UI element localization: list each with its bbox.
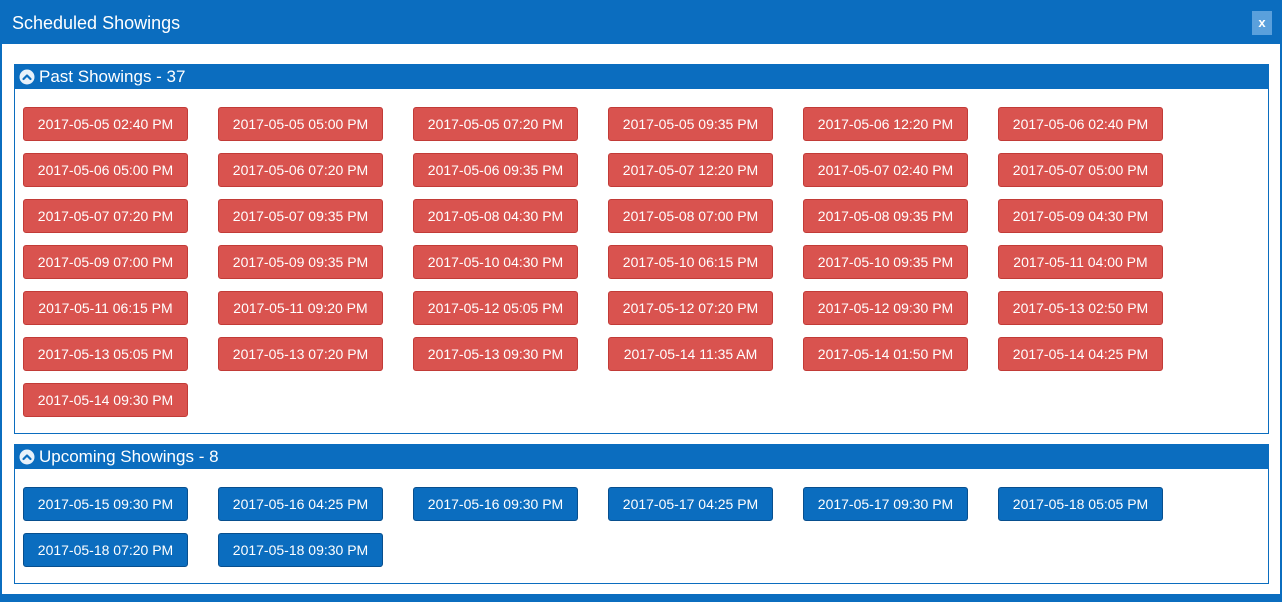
past-showing-button[interactable]: 2017-05-05 05:00 PM: [218, 107, 383, 141]
chevron-up-circle-icon: [19, 69, 35, 85]
past-showing-button[interactable]: 2017-05-12 05:05 PM: [413, 291, 578, 325]
past-showing-button[interactable]: 2017-05-07 07:20 PM: [23, 199, 188, 233]
past-showing-button[interactable]: 2017-05-05 07:20 PM: [413, 107, 578, 141]
past-showing-button[interactable]: 2017-05-13 07:20 PM: [218, 337, 383, 371]
upcoming-showing-button[interactable]: 2017-05-16 04:25 PM: [218, 487, 383, 521]
upcoming-showing-button[interactable]: 2017-05-15 09:30 PM: [23, 487, 188, 521]
past-showing-button[interactable]: 2017-05-07 12:20 PM: [608, 153, 773, 187]
scheduled-showings-dialog: Scheduled Showings x Past Showings - 37 …: [0, 0, 1282, 602]
upcoming-showing-button[interactable]: 2017-05-16 09:30 PM: [413, 487, 578, 521]
past-showing-button[interactable]: 2017-05-06 12:20 PM: [803, 107, 968, 141]
past-showing-button[interactable]: 2017-05-09 09:35 PM: [218, 245, 383, 279]
past-showing-button[interactable]: 2017-05-07 09:35 PM: [218, 199, 383, 233]
upcoming-showing-button[interactable]: 2017-05-18 05:05 PM: [998, 487, 1163, 521]
past-showing-button[interactable]: 2017-05-09 07:00 PM: [23, 245, 188, 279]
past-showing-button[interactable]: 2017-05-06 02:40 PM: [998, 107, 1163, 141]
past-showing-button[interactable]: 2017-05-06 05:00 PM: [23, 153, 188, 187]
upcoming-showing-button[interactable]: 2017-05-17 09:30 PM: [803, 487, 968, 521]
past-showing-button[interactable]: 2017-05-11 04:00 PM: [998, 245, 1163, 279]
past-showings-title: Past Showings - 37: [39, 67, 186, 86]
past-showing-button[interactable]: 2017-05-08 09:35 PM: [803, 199, 968, 233]
past-showing-button[interactable]: 2017-05-05 09:35 PM: [608, 107, 773, 141]
dialog-title: Scheduled Showings: [12, 13, 181, 33]
past-showing-button[interactable]: 2017-05-13 02:50 PM: [998, 291, 1163, 325]
past-showing-button[interactable]: 2017-05-10 09:35 PM: [803, 245, 968, 279]
upcoming-showing-button[interactable]: 2017-05-18 09:30 PM: [218, 533, 383, 567]
upcoming-showings-panel: Upcoming Showings - 8 2017-05-15 09:30 P…: [14, 444, 1269, 584]
past-showing-button[interactable]: 2017-05-13 05:05 PM: [23, 337, 188, 371]
past-showing-button[interactable]: 2017-05-14 09:30 PM: [23, 383, 188, 417]
past-showing-button[interactable]: 2017-05-11 06:15 PM: [23, 291, 188, 325]
upcoming-showings-header[interactable]: Upcoming Showings - 8: [15, 445, 1268, 469]
past-showing-button[interactable]: 2017-05-10 04:30 PM: [413, 245, 578, 279]
past-showing-button[interactable]: 2017-05-06 09:35 PM: [413, 153, 578, 187]
past-showing-button[interactable]: 2017-05-07 05:00 PM: [998, 153, 1163, 187]
past-showing-button[interactable]: 2017-05-12 07:20 PM: [608, 291, 773, 325]
close-button[interactable]: x: [1252, 11, 1272, 35]
chevron-up-circle-icon: [19, 449, 35, 465]
past-showing-button[interactable]: 2017-05-07 02:40 PM: [803, 153, 968, 187]
past-showing-button[interactable]: 2017-05-08 04:30 PM: [413, 199, 578, 233]
past-showing-button[interactable]: 2017-05-10 06:15 PM: [608, 245, 773, 279]
upcoming-showing-button[interactable]: 2017-05-17 04:25 PM: [608, 487, 773, 521]
past-showing-button[interactable]: 2017-05-14 01:50 PM: [803, 337, 968, 371]
past-showings-header[interactable]: Past Showings - 37: [15, 65, 1268, 89]
past-showing-button[interactable]: 2017-05-14 11:35 AM: [608, 337, 773, 371]
dialog-titlebar: Scheduled Showings x: [2, 2, 1280, 44]
past-showing-button[interactable]: 2017-05-05 02:40 PM: [23, 107, 188, 141]
past-showing-button[interactable]: 2017-05-11 09:20 PM: [218, 291, 383, 325]
past-showing-button[interactable]: 2017-05-08 07:00 PM: [608, 199, 773, 233]
past-showings-panel: Past Showings - 37 2017-05-05 02:40 PM 20…: [14, 64, 1269, 434]
past-showing-button[interactable]: 2017-05-06 07:20 PM: [218, 153, 383, 187]
past-showing-button[interactable]: 2017-05-09 04:30 PM: [998, 199, 1163, 233]
upcoming-showings-title: Upcoming Showings - 8: [39, 447, 219, 466]
past-showing-button[interactable]: 2017-05-12 09:30 PM: [803, 291, 968, 325]
past-showing-button[interactable]: 2017-05-13 09:30 PM: [413, 337, 578, 371]
past-showing-button[interactable]: 2017-05-14 04:25 PM: [998, 337, 1163, 371]
upcoming-showing-button[interactable]: 2017-05-18 07:20 PM: [23, 533, 188, 567]
